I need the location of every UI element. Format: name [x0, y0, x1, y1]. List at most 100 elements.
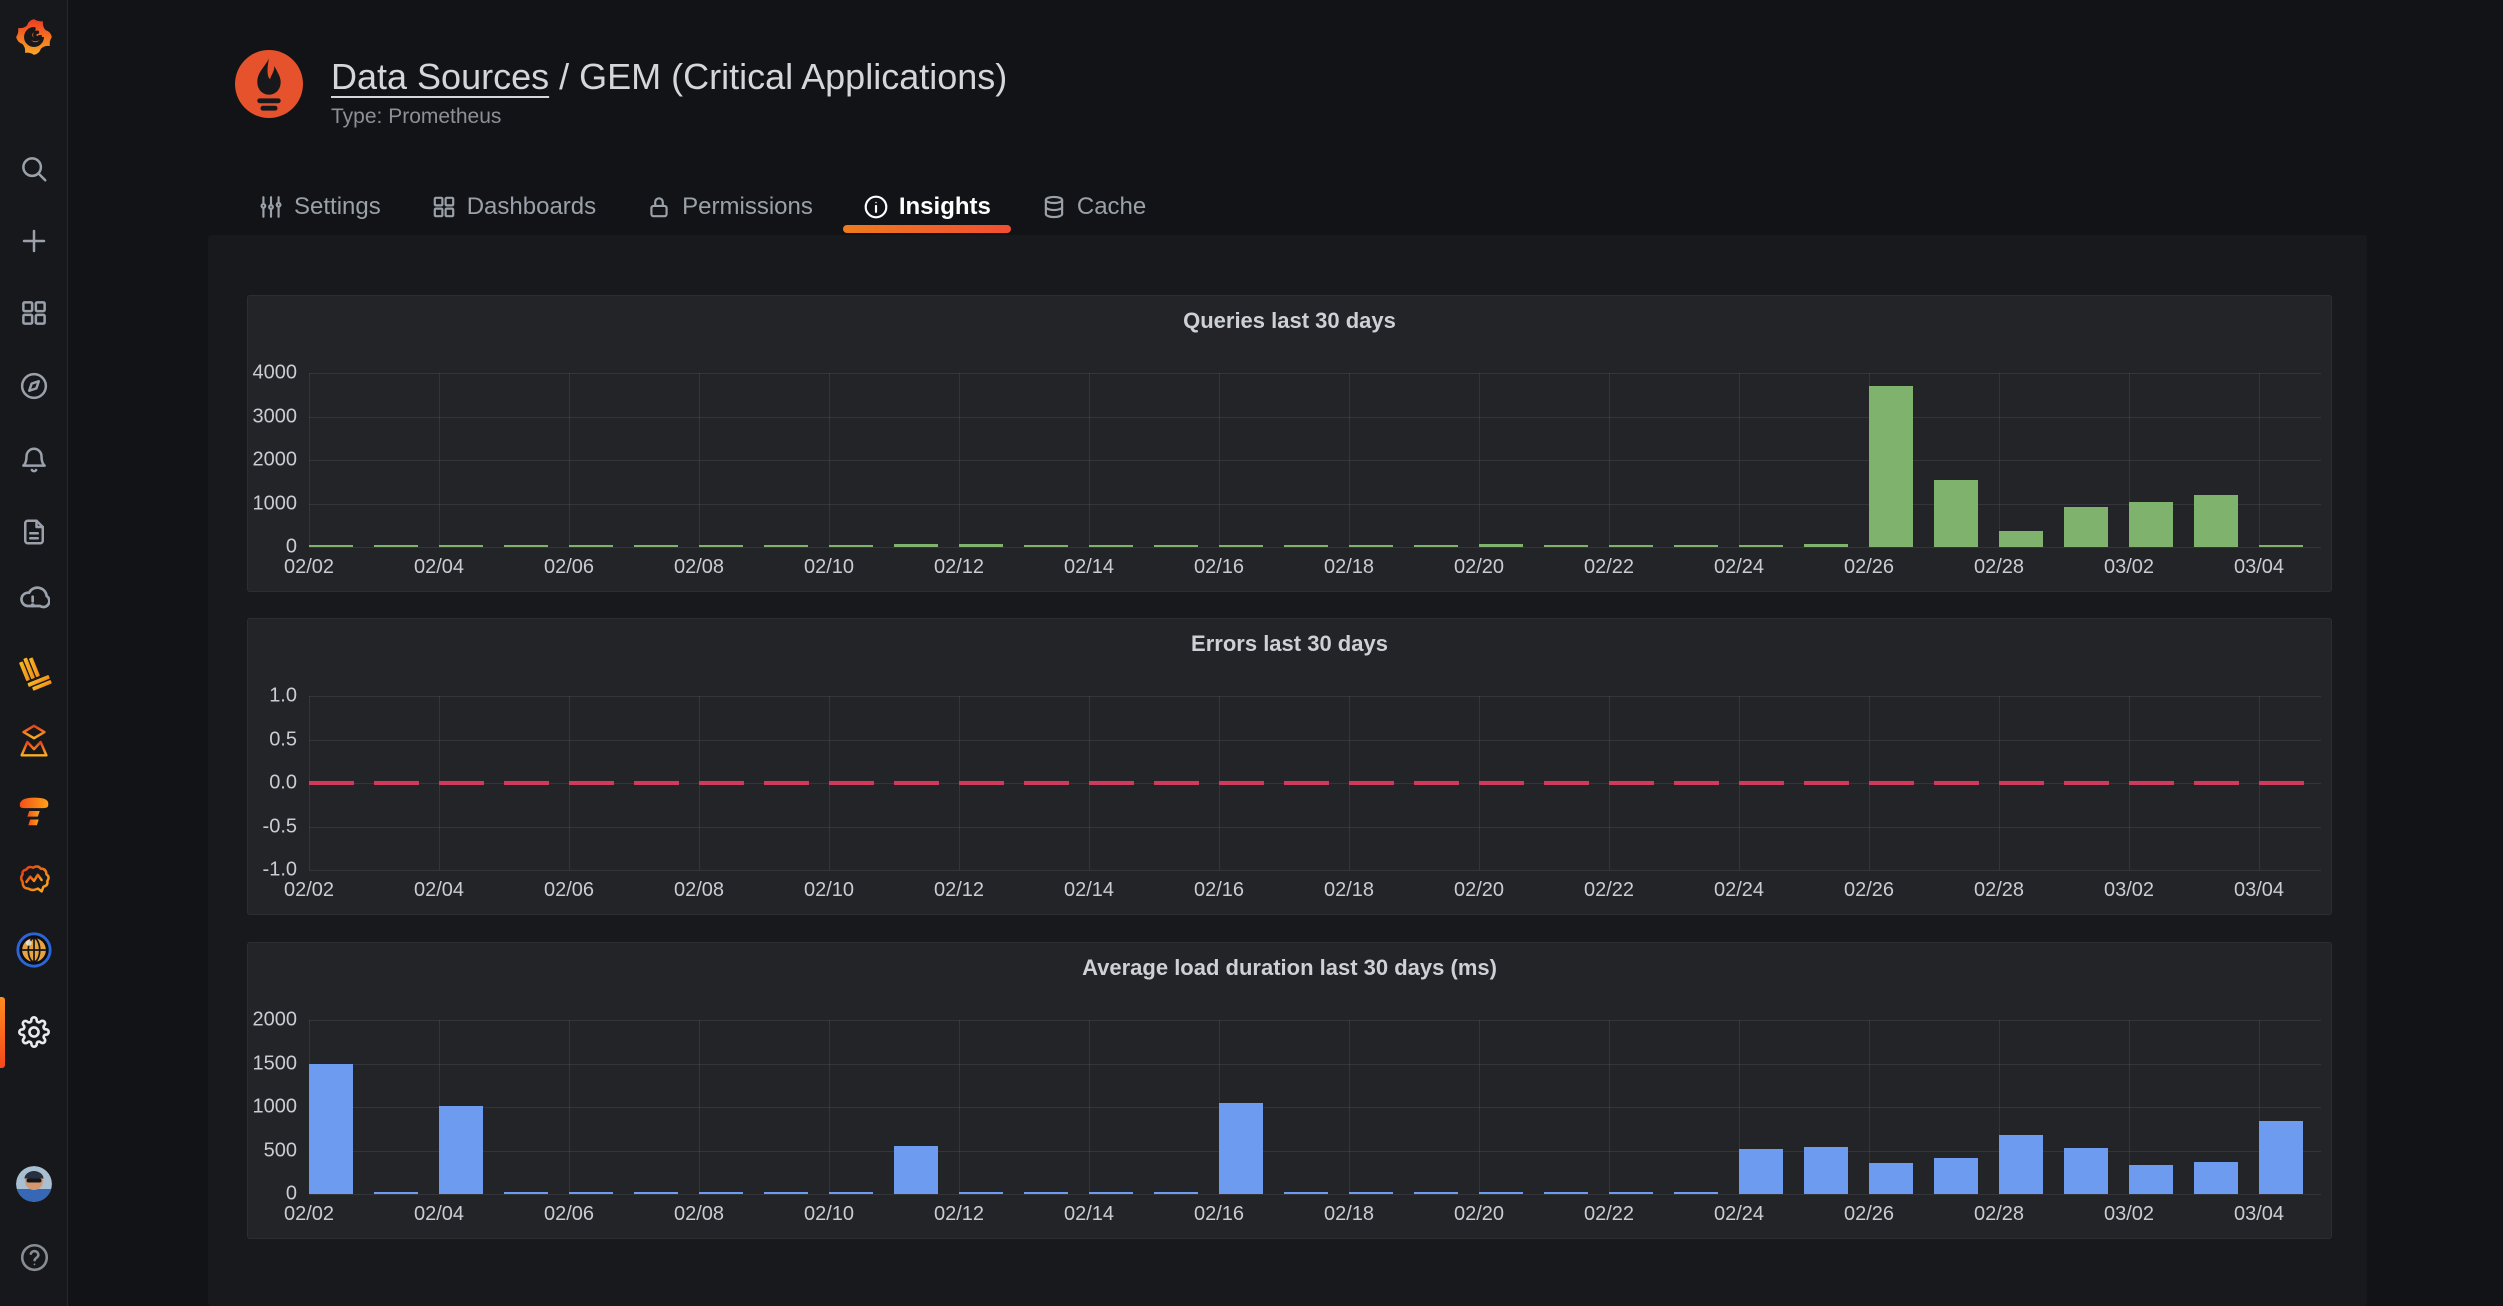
grafana-app: Data Sources / GEM (Critical Application… — [0, 0, 2503, 1306]
x-tick-label: 02/28 — [1949, 1203, 2049, 1226]
chart-bar — [1349, 545, 1393, 547]
tempo-plugin-icon — [15, 791, 53, 829]
x-tick-label: 03/02 — [2079, 879, 2179, 902]
lock-icon — [646, 194, 672, 220]
chart-bar — [764, 1192, 808, 1194]
sidebar-item-loki-plugin[interactable] — [0, 652, 68, 692]
grid-line-v — [1739, 373, 1740, 547]
chart-bar — [829, 545, 873, 547]
chart-bar — [2064, 507, 2108, 547]
sidebar-item-explore[interactable] — [0, 366, 68, 406]
grid-line-h — [309, 740, 2321, 741]
sidebar-item-mimir-plugin[interactable] — [0, 722, 68, 762]
chart-bar — [1609, 1192, 1653, 1194]
sidebar-item-worldmap-plugin[interactable] — [0, 930, 68, 970]
x-tick-label: 02/16 — [1169, 556, 1269, 579]
chart-bar — [1284, 1192, 1328, 1194]
y-tick-label: 1.0 — [227, 685, 297, 708]
y-tick-label: 3000 — [227, 405, 297, 428]
x-tick-label: 02/26 — [1819, 556, 1919, 579]
panel-title: Queries last 30 days — [248, 308, 2331, 334]
configuration-gear-icon — [18, 1016, 50, 1048]
sidebar-item-search[interactable] — [0, 149, 68, 189]
grid-line-h — [309, 373, 2321, 374]
x-tick-label: 03/04 — [2209, 1203, 2309, 1226]
breadcrumb-separator: / — [549, 56, 579, 97]
mimir-plugin-icon — [15, 723, 53, 761]
sidebar-item-ml-plugin[interactable] — [0, 860, 68, 900]
y-tick-label: 1500 — [227, 1052, 297, 1075]
tab-insights[interactable]: Insights — [843, 188, 1011, 226]
tab-settings[interactable]: Settings — [238, 188, 401, 226]
chart-bar — [1999, 531, 2043, 547]
x-tick-label: 02/26 — [1819, 879, 1919, 902]
x-tick-label: 02/28 — [1949, 879, 2049, 902]
x-tick-label: 02/16 — [1169, 1203, 1269, 1226]
x-tick-label: 02/22 — [1559, 1203, 1659, 1226]
grid-line-v — [1349, 373, 1350, 547]
chart-bar — [1024, 1192, 1068, 1194]
plus-icon — [19, 226, 49, 256]
explore-compass-icon — [19, 371, 49, 401]
sidebar-item-tempo-plugin[interactable] — [0, 790, 68, 830]
tab-label: Cache — [1077, 193, 1146, 221]
sidebar-item-help[interactable] — [0, 1237, 68, 1277]
chart-bar — [1869, 1163, 1913, 1194]
grid-line-h — [309, 547, 2321, 548]
sidebar-item-create[interactable] — [0, 221, 68, 261]
chart-bar — [2194, 495, 2238, 547]
grid-line-h — [309, 417, 2321, 418]
tab-cache[interactable]: Cache — [1021, 188, 1166, 226]
grafana-logo-icon — [12, 15, 56, 59]
x-tick-label: 03/02 — [2079, 556, 2179, 579]
grid-line-v — [309, 373, 310, 547]
grid-line-v — [829, 373, 830, 547]
y-tick-label: 500 — [227, 1139, 297, 1162]
y-tick-label: -0.5 — [227, 815, 297, 838]
grid-line-h — [309, 504, 2321, 505]
x-tick-label: 02/08 — [649, 1203, 749, 1226]
grid-line-v — [829, 1020, 830, 1194]
queries-panel: Queries last 30 days 0100020003000400002… — [247, 295, 2332, 592]
tab-dashboards[interactable]: Dashboards — [411, 188, 616, 226]
page-title: Data Sources / GEM (Critical Application… — [331, 56, 1007, 98]
chart-bar — [309, 1064, 353, 1195]
sidebar-item-alerting[interactable] — [0, 440, 68, 480]
chart-bar — [1544, 545, 1588, 547]
x-tick-label: 02/10 — [779, 1203, 879, 1226]
breadcrumb-link[interactable]: Data Sources — [331, 56, 549, 97]
grid-line-v — [959, 1020, 960, 1194]
docs-file-icon — [19, 517, 49, 547]
x-tick-label: 02/06 — [519, 879, 619, 902]
grid-line-h — [309, 870, 2321, 871]
chart-bar — [1024, 545, 1068, 547]
chart-bar — [1739, 545, 1783, 547]
chart-bar — [1674, 1192, 1718, 1194]
chart-bar — [1154, 545, 1198, 547]
sidebar-item-profile[interactable] — [0, 1164, 68, 1204]
chart-bar — [439, 1106, 483, 1194]
grafana-logo[interactable] — [0, 14, 68, 60]
sidebar-item-dashboards[interactable] — [0, 293, 68, 333]
x-tick-label: 02/20 — [1429, 556, 1529, 579]
database-icon — [1041, 194, 1067, 220]
chart-bar — [2259, 545, 2303, 547]
sidebar-item-cloud-alerts[interactable] — [0, 580, 68, 620]
prometheus-logo — [235, 50, 303, 118]
grid-line-v — [2259, 373, 2260, 547]
sidebar-item-docs[interactable] — [0, 512, 68, 552]
chart-bar — [1804, 544, 1848, 547]
chart-bar — [1219, 1103, 1263, 1194]
search-icon — [19, 154, 49, 184]
user-avatar — [16, 1166, 52, 1202]
y-tick-label: 0.0 — [227, 772, 297, 795]
tab-label: Insights — [899, 193, 991, 221]
grid-line-v — [1479, 373, 1480, 547]
grid-line-v — [1089, 373, 1090, 547]
tab-permissions[interactable]: Permissions — [626, 188, 833, 226]
sidebar-item-configuration[interactable] — [0, 1012, 68, 1052]
x-tick-label: 03/04 — [2209, 556, 2309, 579]
grid-line-h — [309, 827, 2321, 828]
grid-line-v — [1349, 1020, 1350, 1194]
chart-bar — [504, 545, 548, 547]
